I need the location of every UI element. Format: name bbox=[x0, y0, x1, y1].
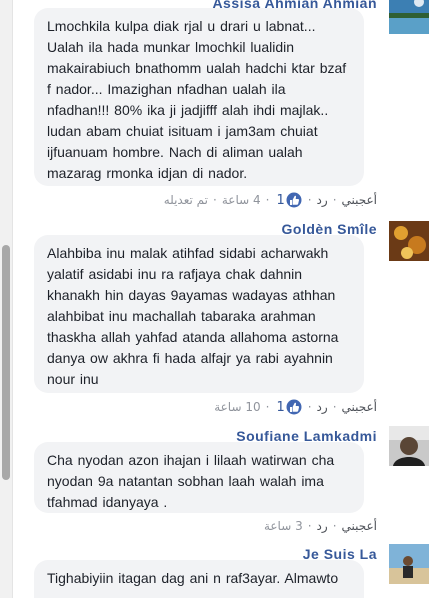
like-reaction-icon bbox=[285, 192, 303, 208]
like-link[interactable]: أعجبني bbox=[342, 193, 377, 207]
comment: Assisa Ahmian Ahmian Lmochkila kulpa dia… bbox=[25, 0, 443, 215]
scrollbar[interactable] bbox=[0, 0, 13, 598]
avatar[interactable] bbox=[389, 221, 429, 261]
comment: Goldèn Smîle Alahbiba inu malak atihfad … bbox=[25, 213, 443, 423]
like-link[interactable]: أعجبني bbox=[342, 400, 377, 414]
comment-actions: أعجبني · رد · 3 ساعة bbox=[263, 519, 377, 533]
scrollbar-thumb[interactable] bbox=[2, 245, 10, 480]
reply-link[interactable]: رد bbox=[317, 519, 328, 533]
avatar[interactable] bbox=[389, 544, 429, 584]
avatar[interactable] bbox=[389, 0, 429, 34]
comment-time[interactable]: 3 ساعة bbox=[264, 519, 303, 533]
reaction-count[interactable]: 1 bbox=[274, 192, 302, 208]
comment-text: Lmochkila kulpa diak rjal u drari u labn… bbox=[34, 8, 364, 186]
comment-text: Cha nyodan azon ihajan i lilaah watirwan… bbox=[34, 442, 364, 513]
comment: Je Suis La Tighabiyiin itagan dag ani n … bbox=[25, 540, 443, 598]
edited-label[interactable]: تم تعديله bbox=[164, 193, 208, 207]
like-count: 1 bbox=[276, 192, 285, 208]
like-reaction-icon bbox=[285, 399, 303, 415]
comment: Soufiane Lamkadmi Cha nyodan azon ihajan… bbox=[25, 420, 443, 540]
avatar[interactable] bbox=[389, 426, 429, 466]
reply-link[interactable]: رد bbox=[317, 193, 328, 207]
comment-time[interactable]: 10 ساعة bbox=[214, 400, 260, 414]
like-link[interactable]: أعجبني bbox=[342, 519, 377, 533]
reply-link[interactable]: رد bbox=[317, 400, 328, 414]
reaction-count[interactable]: 1 bbox=[274, 399, 302, 415]
comment-text: Tighabiyiin itagan dag ani n raf3ayar. A… bbox=[34, 560, 364, 598]
comment-actions: أعجبني · رد · 1 · 4 ساعة · تم تعديله bbox=[163, 192, 377, 208]
comment-time[interactable]: 4 ساعة bbox=[222, 193, 261, 207]
comment-actions: أعجبني · رد · 1 · 10 ساعة bbox=[214, 399, 377, 415]
like-count: 1 bbox=[276, 399, 285, 415]
comment-text: Alahbiba inu malak atihfad sidabi acharw… bbox=[34, 235, 364, 393]
